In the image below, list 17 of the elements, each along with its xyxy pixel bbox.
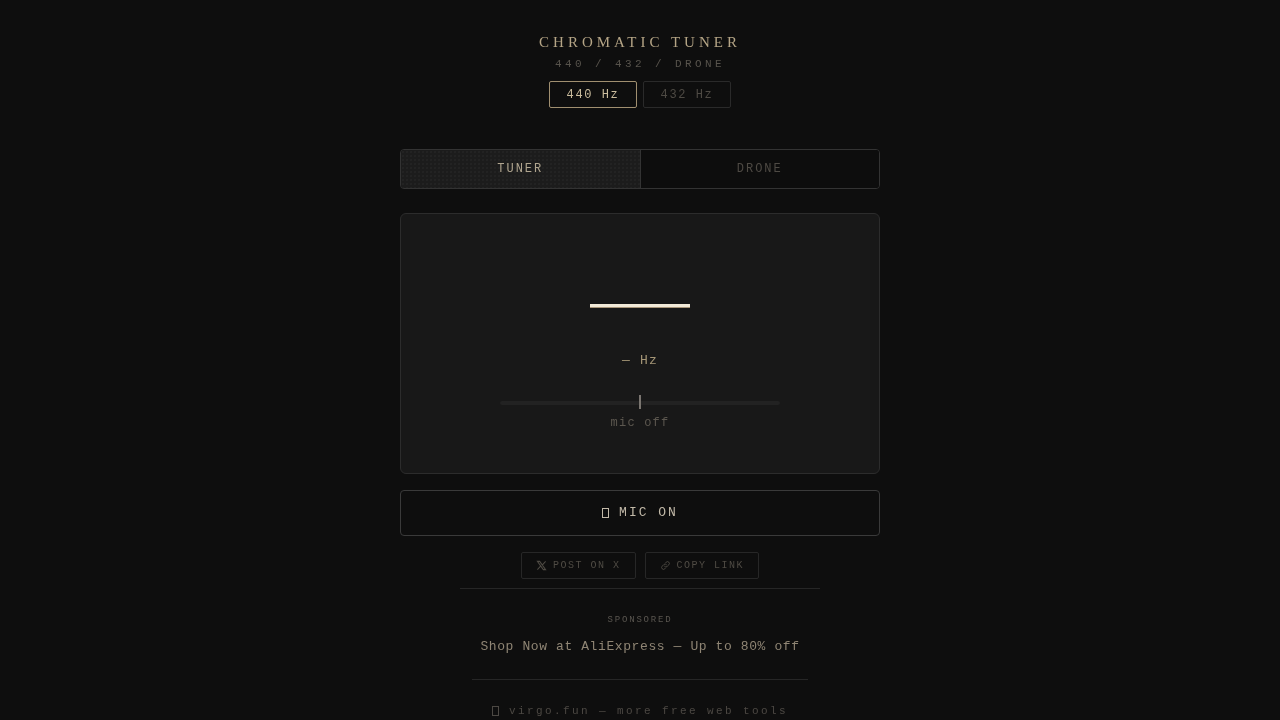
frequency-readout: — Hz xyxy=(622,352,658,370)
empty-box-icon xyxy=(602,508,610,518)
ad-link[interactable]: Shop Now at AliExpress — Up to 80% off xyxy=(480,639,800,655)
copy-link-button[interactable]: COPY LINK xyxy=(644,552,759,579)
footer-link[interactable]: virgo.fun — more free web tools xyxy=(508,704,788,718)
app-title: CHROMATIC TUNER xyxy=(539,33,741,52)
reference-pitch-button[interactable]: 440 Hz xyxy=(549,81,637,108)
mic-button[interactable]: MIC ON xyxy=(400,490,880,536)
x-logo-icon xyxy=(536,560,547,571)
mode-tab[interactable]: TUNER xyxy=(401,150,640,188)
reference-pitch-button[interactable]: 432 Hz xyxy=(643,81,731,108)
app-subtitle: 440 / 432 / DRONE xyxy=(555,57,725,71)
mode-tab[interactable]: DRONE xyxy=(639,150,879,188)
mic-status: mic off xyxy=(610,416,670,430)
sponsored-label: SPONSORED xyxy=(607,614,673,626)
empty-box-icon xyxy=(491,706,499,716)
link-icon xyxy=(659,560,671,571)
